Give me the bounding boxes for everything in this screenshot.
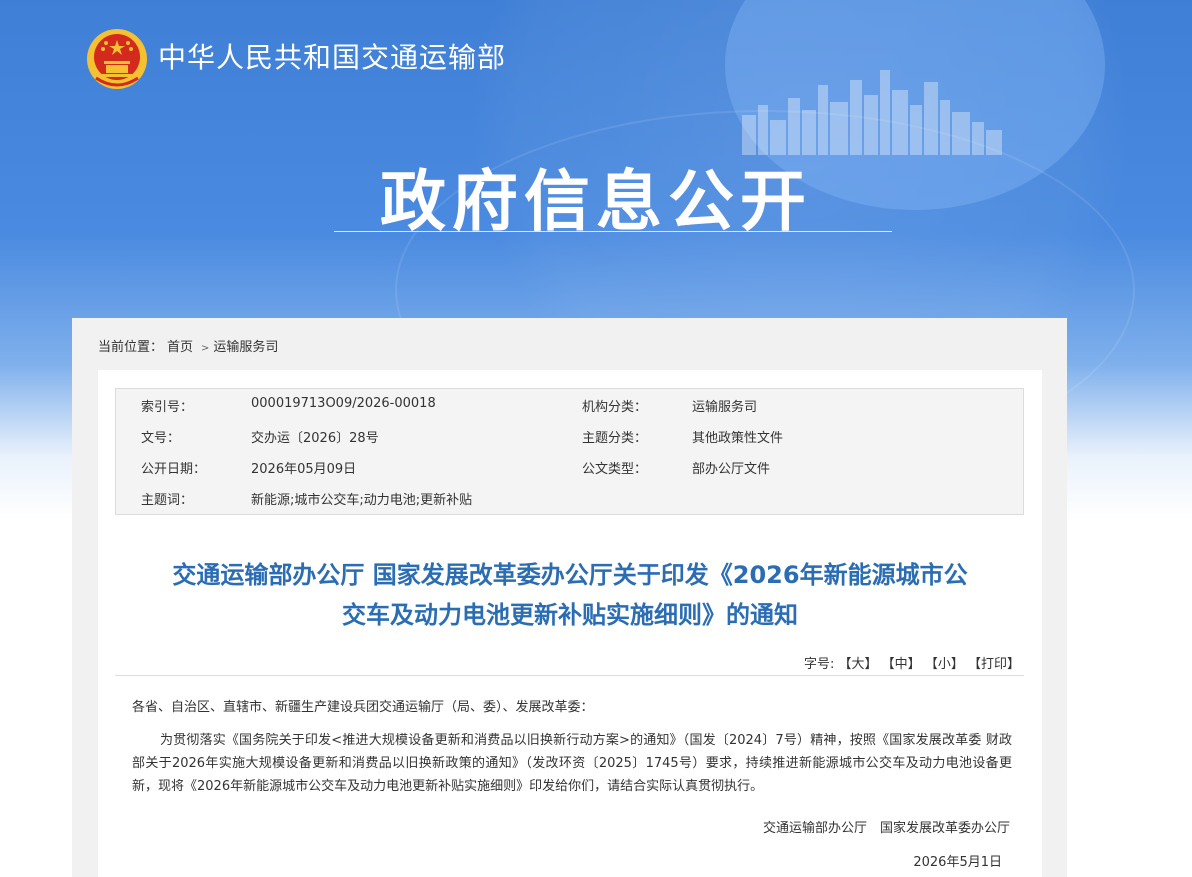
signatory: 交通运输部办公厅 国家发展改革委办公厅 — [762, 821, 1010, 836]
font-small-button[interactable]: 【小】 — [925, 657, 964, 672]
national-emblem-logo — [87, 29, 147, 89]
topic-label: 主题分类： — [582, 431, 648, 446]
issue-date: 2026年5月1日 — [913, 855, 1002, 870]
metadata-row: 公开日期： 2026年05月09日 公文类型： 部办公厅文件 — [116, 451, 1023, 482]
city-skyline-illustration — [742, 70, 1002, 155]
font-medium-button[interactable]: 【中】 — [882, 657, 921, 672]
org-value: 运输服务司 — [692, 400, 758, 415]
font-size-controls: 字号: 【大】 【中】 【小】 【打印】 — [804, 653, 1020, 672]
document-title-line: 交通运输部办公厅 国家发展改革委办公厅关于印发《2026年新能源城市公 — [172, 561, 968, 589]
font-size-label: 字号: — [803, 657, 835, 672]
doc-number-label: 文号： — [141, 431, 181, 446]
publish-date-label: 公开日期： — [141, 462, 207, 477]
breadcrumb-separator: > — [201, 343, 210, 354]
doc-type-value: 部办公厅文件 — [692, 462, 771, 477]
breadcrumb-item-department[interactable]: 运输服务司 — [213, 340, 278, 355]
document-body: 各省、自治区、直辖市、新疆生产建设兵团交通运输厅（局、委）、发展改革委： 为贯彻… — [132, 696, 1012, 798]
index-value: 000019713O09/2026-00018 — [251, 396, 436, 411]
document-content: 索引号： 000019713O09/2026-00018 机构分类： 运输服务司… — [98, 370, 1042, 877]
breadcrumb-item-home[interactable]: 首页 — [167, 340, 193, 355]
document-title: 交通运输部办公厅 国家发展改革委办公厅关于印发《2026年新能源城市公 交车及动… — [98, 555, 1042, 635]
topic-value: 其他政策性文件 — [692, 431, 784, 446]
index-label: 索引号： — [141, 400, 194, 415]
main-panel: 当前位置： 首页 > 运输服务司 索引号： 000019713O09/2026-000… — [72, 318, 1067, 877]
divider — [115, 675, 1024, 676]
org-label: 机构分类： — [582, 400, 648, 415]
breadcrumb: 当前位置： 首页 > 运输服务司 — [98, 336, 282, 355]
body-paragraph: 为贯彻落实《国务院关于印发<推进大规模设备更新和消费品以旧换新行动方案>的通知》… — [132, 733, 1012, 794]
doc-number-value: 交办运〔2026〕28号 — [251, 431, 379, 446]
title-underline — [334, 231, 892, 232]
section-title: 政府信息公开 — [380, 163, 812, 240]
print-button[interactable]: 【打印】 — [968, 657, 1020, 672]
breadcrumb-label: 当前位置： — [98, 340, 164, 355]
salutation: 各省、自治区、直辖市、新疆生产建设兵团交通运输厅（局、委）、发展改革委： — [132, 700, 594, 715]
document-title-line: 交车及动力电池更新补贴实施细则》的通知 — [342, 601, 798, 629]
metadata-row: 主题词： 新能源;城市公交车;动力电池;更新补贴 — [116, 482, 1023, 513]
keywords-value: 新能源;城市公交车;动力电池;更新补贴 — [251, 493, 473, 508]
keywords-label: 主题词： — [141, 493, 194, 508]
site-name[interactable]: 中华人民共和国交通运输部 — [158, 36, 506, 76]
metadata-row: 文号： 交办运〔2026〕28号 主题分类： 其他政策性文件 — [116, 420, 1023, 451]
font-large-button[interactable]: 【大】 — [839, 657, 878, 672]
metadata-row: 索引号： 000019713O09/2026-00018 机构分类： 运输服务司 — [116, 389, 1023, 420]
publish-date-value: 2026年05月09日 — [251, 462, 357, 477]
doc-type-label: 公文类型： — [582, 462, 648, 477]
metadata-table: 索引号： 000019713O09/2026-00018 机构分类： 运输服务司… — [115, 388, 1024, 515]
